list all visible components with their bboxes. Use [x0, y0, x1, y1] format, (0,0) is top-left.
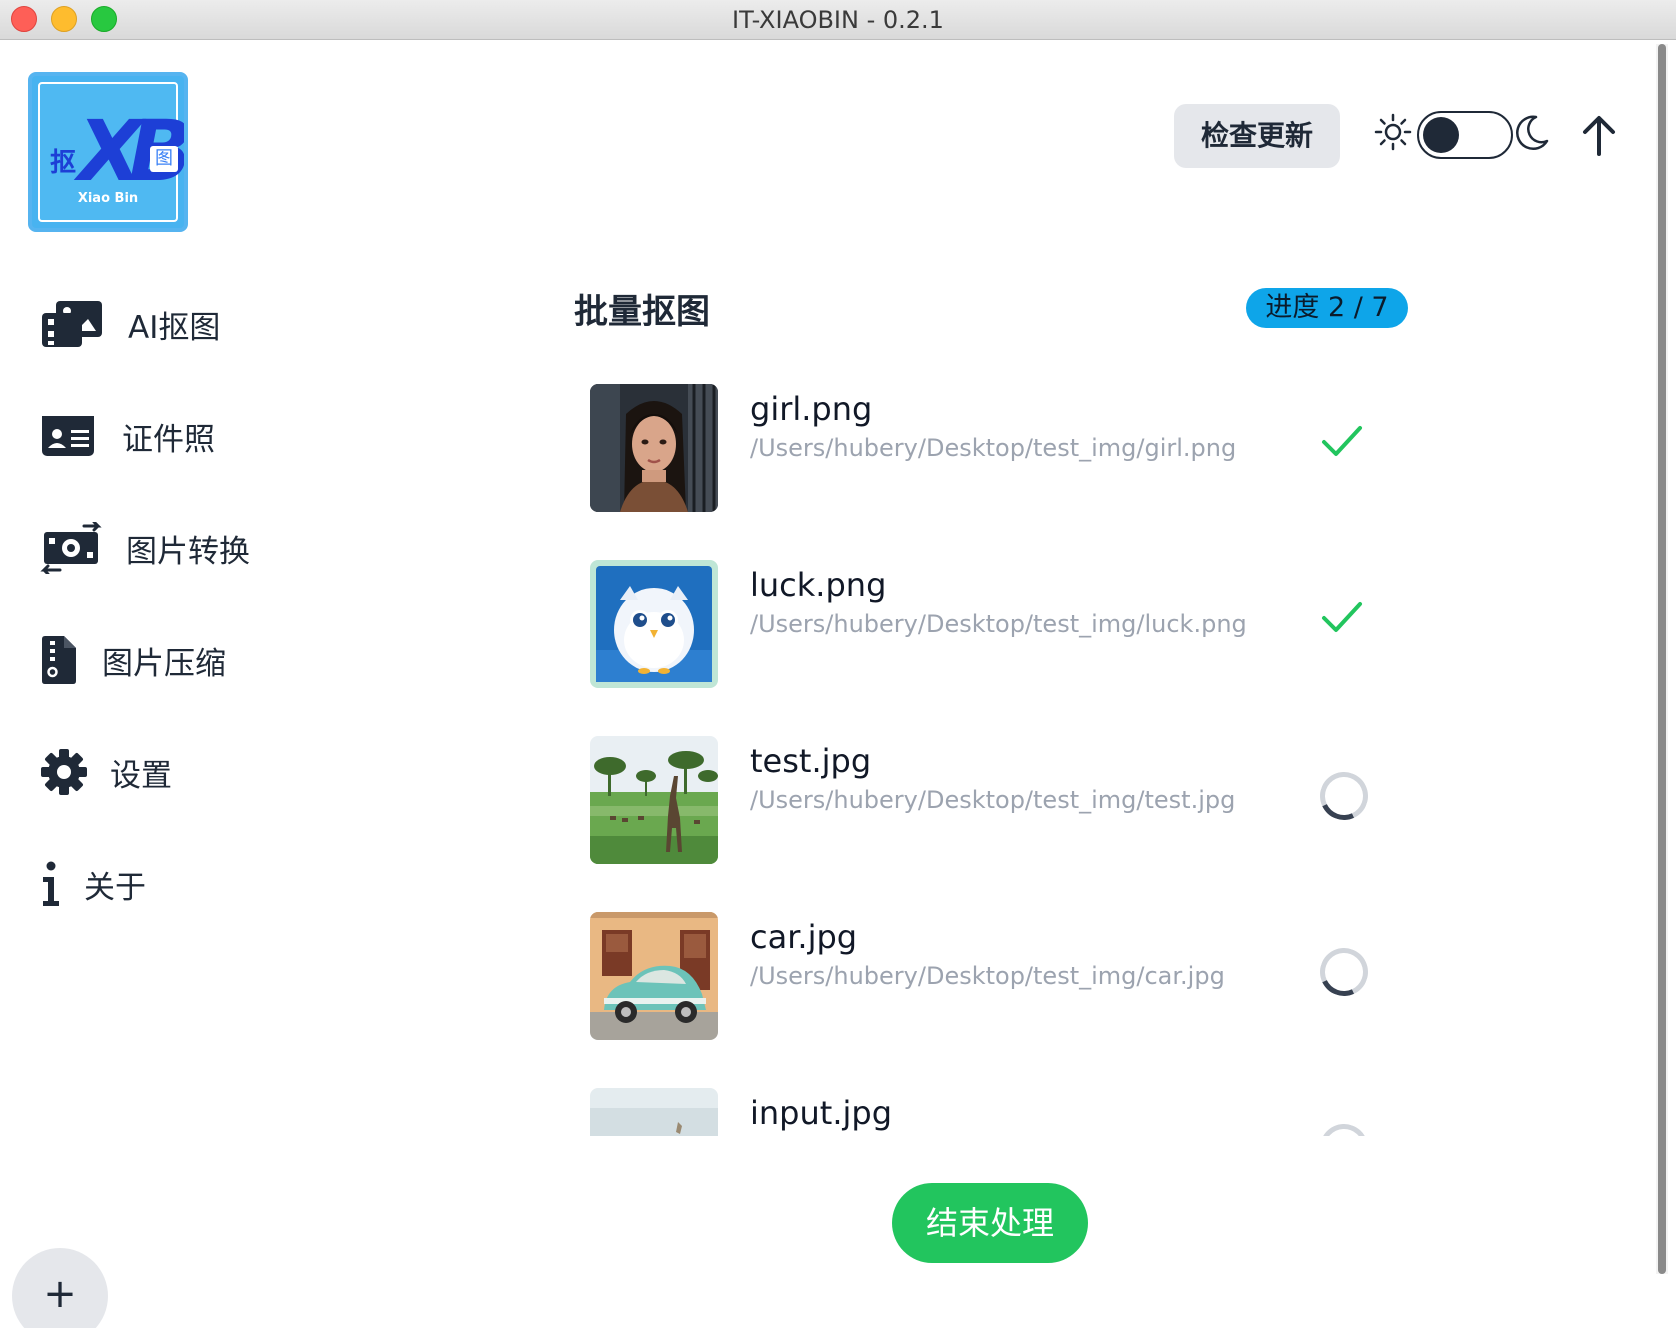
loading-spinner-icon [1313, 1117, 1375, 1136]
id-card-icon [40, 408, 104, 464]
sidebar-item-label: 证件照 [122, 421, 215, 458]
gear-icon [40, 744, 92, 800]
file-zipper-icon [40, 632, 84, 688]
theme-toggle[interactable] [1417, 111, 1513, 159]
thumbnail-luck [590, 560, 718, 688]
moon-icon [1516, 115, 1549, 151]
scrollbar[interactable] [1656, 44, 1668, 1274]
file-name: car.jpg [750, 918, 858, 956]
page-title: 批量抠图 [574, 292, 710, 332]
logo-subtitle: Xiao Bin [77, 191, 139, 206]
sidebar-item-label: AI抠图 [128, 309, 221, 346]
thumbnail-car [590, 912, 718, 1040]
list-item[interactable]: input.jpg [574, 1070, 1434, 1136]
sidebar-item-label: 关于 [84, 869, 146, 906]
file-name: girl.png [750, 390, 873, 428]
file-path: /Users/hubery/Desktop/test_img/test.jpg [750, 786, 1236, 814]
thumbnail-input [590, 1088, 718, 1136]
file-name: test.jpg [750, 742, 872, 780]
info-icon [40, 856, 66, 912]
sidebar-item-image-compress[interactable]: 图片压缩 [40, 630, 226, 690]
loading-spinner-icon [1313, 765, 1375, 827]
window-titlebar: IT-XIAOBIN - 0.2.1 [0, 0, 1676, 40]
logo-inner: 抠 XB 图 Xiao Bin [38, 82, 184, 222]
progress-badge: 进度 2 / 7 [1246, 288, 1408, 328]
theme-toggle-knob [1423, 117, 1459, 153]
list-item[interactable]: girl.png /Users/hubery/Desktop/test_img/… [574, 366, 1434, 542]
check-icon [1322, 602, 1362, 632]
file-path: /Users/hubery/Desktop/test_img/car.jpg [750, 962, 1225, 990]
sidebar-item-label: 图片压缩 [102, 645, 226, 682]
sidebar-item-settings[interactable]: 设置 [40, 742, 172, 802]
loading-spinner-icon [1313, 941, 1375, 1003]
check-update-button[interactable]: 检查更新 [1174, 104, 1340, 168]
scrollbar-thumb[interactable] [1658, 44, 1666, 1274]
file-path: /Users/hubery/Desktop/test_img/girl.png [750, 434, 1237, 462]
money-bill-transfer-icon [40, 520, 104, 576]
file-list[interactable]: girl.png /Users/hubery/Desktop/test_img/… [574, 366, 1434, 1136]
list-item[interactable]: test.jpg /Users/hubery/Desktop/test_img/… [574, 718, 1434, 894]
list-item[interactable]: luck.png /Users/hubery/Desktop/test_img/… [574, 542, 1434, 718]
check-icon [1322, 426, 1362, 456]
sidebar-item-about[interactable]: 关于 [40, 854, 146, 914]
sidebar-item-label: 图片转换 [126, 533, 250, 570]
sidebar-item-label: 设置 [110, 757, 172, 794]
add-button[interactable]: + [12, 1248, 108, 1328]
file-name: input.jpg [750, 1094, 892, 1132]
sidebar-item-image-convert[interactable]: 图片转换 [40, 518, 250, 578]
images-icon [40, 296, 104, 352]
list-item[interactable]: car.jpg /Users/hubery/Desktop/test_img/c… [574, 894, 1434, 1070]
app-logo: 抠 XB 图 Xiao Bin [28, 72, 188, 232]
logo-left-char: 抠 [50, 148, 77, 178]
end-processing-button[interactable]: 结束处理 [892, 1183, 1088, 1263]
file-path: /Users/hubery/Desktop/test_img/luck.png [750, 610, 1247, 638]
sun-icon [1374, 113, 1412, 151]
file-name: luck.png [750, 566, 887, 604]
thumbnail-test [590, 736, 718, 864]
window-title: IT-XIAOBIN - 0.2.1 [732, 6, 944, 34]
logo-right-char: 图 [150, 146, 178, 172]
sidebar-item-id-photo[interactable]: 证件照 [40, 406, 215, 466]
thumbnail-girl [590, 384, 718, 512]
arrow-up-icon[interactable] [1580, 114, 1618, 156]
sidebar-item-ai-cutout[interactable]: AI抠图 [40, 294, 220, 354]
